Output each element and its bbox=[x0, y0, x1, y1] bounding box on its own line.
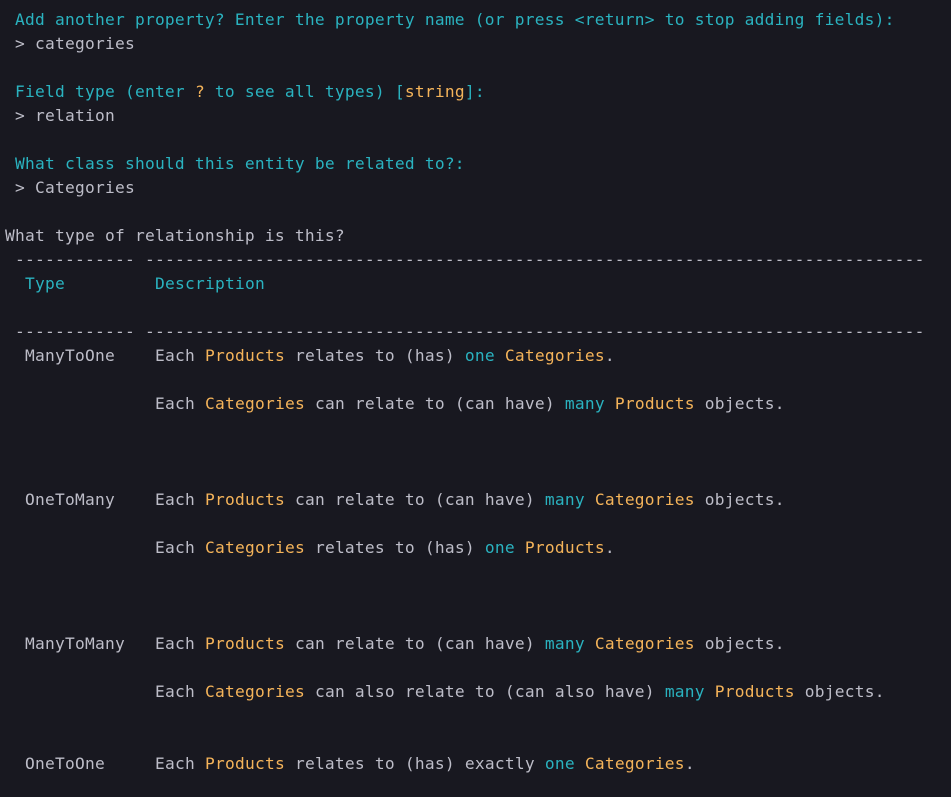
field-type-question-mark: ? bbox=[194, 82, 205, 101]
relationship-description-line: Each Products relates to (has) one Categ… bbox=[155, 344, 615, 368]
entity-name: Products bbox=[204, 754, 285, 773]
description-text bbox=[585, 634, 595, 653]
rule-desc-col: ----------------------------------------… bbox=[144, 322, 925, 341]
description-text: can relate to (can have) bbox=[284, 490, 545, 509]
table-rule-header: ------------ ---------------------------… bbox=[15, 320, 925, 344]
description-text: relates to (has) bbox=[284, 346, 465, 365]
description-text bbox=[585, 490, 595, 509]
rule-type-col: ------------ bbox=[15, 250, 135, 269]
description-text: objects. bbox=[794, 682, 885, 701]
cardinality-word: many bbox=[564, 394, 605, 413]
cardinality-word: one bbox=[544, 754, 575, 773]
description-text: . bbox=[604, 346, 615, 365]
relationship-type-onetoone: OneToOne bbox=[25, 754, 105, 773]
table-header-type: Type bbox=[25, 274, 65, 293]
entity-name: Categories bbox=[204, 394, 305, 413]
terminal-window: Add another property? Enter the property… bbox=[0, 0, 951, 797]
description-text: relates to (has) exactly bbox=[284, 754, 545, 773]
cardinality-word: many bbox=[544, 490, 585, 509]
field-type-mid: to see all types) [ bbox=[204, 82, 405, 101]
description-text: . bbox=[604, 538, 615, 557]
entity-name: Products bbox=[204, 490, 285, 509]
entity-name: Products bbox=[614, 394, 695, 413]
description-text bbox=[495, 346, 505, 365]
description-text: relates to (has) bbox=[304, 538, 485, 557]
description-text: can relate to (can have) bbox=[304, 394, 565, 413]
entity-name: Categories bbox=[594, 634, 695, 653]
description-text: Each bbox=[155, 394, 205, 413]
rule-type-col: ------------ bbox=[15, 322, 135, 341]
description-text: . bbox=[684, 754, 695, 773]
cardinality-word: many bbox=[544, 634, 585, 653]
description-text: Each bbox=[155, 634, 205, 653]
description-text: objects. bbox=[694, 634, 785, 653]
cardinality-word: one bbox=[484, 538, 515, 557]
description-text bbox=[705, 682, 715, 701]
description-text: Each bbox=[155, 538, 205, 557]
table-header-description: Description bbox=[155, 274, 265, 293]
description-text: Each bbox=[155, 490, 205, 509]
relationship-description-line: Each Categories can also relate to (can … bbox=[155, 680, 885, 704]
prompt-add-property: Add another property? Enter the property… bbox=[15, 10, 895, 29]
description-text: objects. bbox=[694, 490, 785, 509]
relationship-description-line: Each Products can relate to (can have) m… bbox=[155, 488, 785, 512]
field-type-suffix: ]: bbox=[464, 82, 485, 101]
prompt-field-type: Field type (enter ? to see all types) [s… bbox=[15, 80, 485, 104]
relationship-description-line: Each Products can relate to (can have) m… bbox=[155, 632, 785, 656]
field-type-prefix: Field type (enter bbox=[15, 82, 195, 101]
description-text: can also relate to (can also have) bbox=[304, 682, 665, 701]
answer-field-type: > relation bbox=[15, 106, 115, 125]
description-text bbox=[515, 538, 525, 557]
relationship-description-line: Each Products relates to (has) exactly o… bbox=[155, 752, 695, 776]
description-text: can relate to (can have) bbox=[284, 634, 545, 653]
entity-name: Products bbox=[204, 634, 285, 653]
cardinality-word: one bbox=[464, 346, 495, 365]
answer-related-class: > Categories bbox=[15, 178, 135, 197]
entity-name: Products bbox=[204, 346, 285, 365]
entity-name: Categories bbox=[204, 682, 305, 701]
entity-name: Categories bbox=[584, 754, 685, 773]
description-text: Each bbox=[155, 682, 205, 701]
description-text: Each bbox=[155, 346, 205, 365]
relationship-question: What type of relationship is this? bbox=[5, 226, 345, 245]
description-text bbox=[575, 754, 585, 773]
table-rule-top: ------------ ---------------------------… bbox=[15, 248, 925, 272]
relationship-type-manytoone: ManyToOne bbox=[25, 346, 115, 365]
relationship-description-line: Each Categories relates to (has) one Pro… bbox=[155, 536, 615, 560]
entity-name: Products bbox=[524, 538, 605, 557]
field-type-default: string bbox=[404, 82, 465, 101]
relationship-type-manytomany: ManyToMany bbox=[25, 634, 125, 653]
description-text: objects. bbox=[694, 394, 785, 413]
relationship-type-onetomany: OneToMany bbox=[25, 490, 115, 509]
entity-name: Products bbox=[714, 682, 795, 701]
relationship-description-line: Each Categories can relate to (can have)… bbox=[155, 392, 785, 416]
entity-name: Categories bbox=[504, 346, 605, 365]
description-text: Each bbox=[155, 754, 205, 773]
entity-name: Categories bbox=[204, 538, 305, 557]
cardinality-word: many bbox=[664, 682, 705, 701]
rule-desc-col: ----------------------------------------… bbox=[144, 250, 925, 269]
answer-add-property: > categories bbox=[15, 34, 135, 53]
entity-name: Categories bbox=[594, 490, 695, 509]
prompt-related-class: What class should this entity be related… bbox=[15, 154, 465, 173]
description-text bbox=[605, 394, 615, 413]
